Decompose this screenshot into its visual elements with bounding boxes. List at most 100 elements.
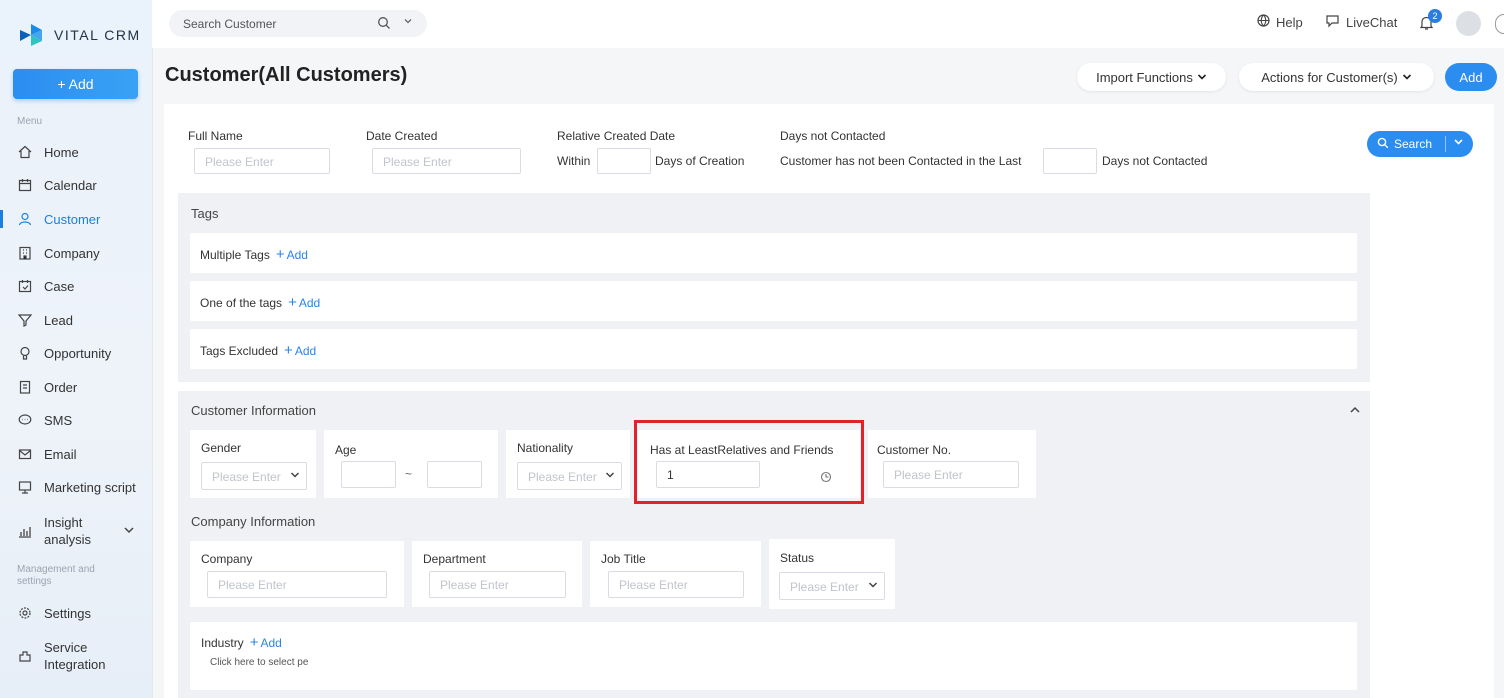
- industry-row: [190, 622, 1357, 690]
- within-label: Within: [557, 154, 591, 168]
- globe-icon: [1257, 14, 1270, 30]
- nationality-select[interactable]: Please Enter: [517, 462, 622, 490]
- sms-icon: [17, 413, 32, 428]
- one-of-tags-label: One of the tags: [200, 295, 283, 310]
- plus-icon: +: [275, 246, 285, 263]
- chevron-up-icon[interactable]: [1349, 404, 1361, 419]
- sidebar-item-label: Case: [44, 278, 75, 294]
- sidebar-item-sms[interactable]: SMS: [17, 410, 72, 430]
- company-label: Company: [201, 552, 253, 566]
- sidebar-item-order[interactable]: Order: [17, 377, 77, 397]
- active-indicator: [0, 210, 3, 228]
- sidebar-item-label: Calendar: [44, 177, 97, 193]
- management-header: Management and settings: [17, 564, 95, 587]
- sidebar-item-settings[interactable]: Settings: [17, 603, 91, 623]
- import-functions-button[interactable]: Import Functions: [1077, 63, 1226, 91]
- job-title-input[interactable]: Please Enter: [608, 571, 744, 598]
- status-label: Status: [780, 551, 815, 565]
- sidebar-item-label: Home: [44, 144, 79, 160]
- sidebar-item-marketing-script[interactable]: Marketing script: [17, 477, 136, 497]
- industry-label: Industry: [201, 635, 244, 650]
- sidebar-item-label: Order: [44, 379, 78, 395]
- chevron-down-icon[interactable]: [403, 16, 413, 29]
- plus-icon: +: [284, 342, 293, 359]
- search-icon[interactable]: [377, 16, 391, 33]
- sidebar-item-case[interactable]: Case: [17, 276, 74, 296]
- tags-excluded-label: Tags Excluded: [200, 343, 279, 358]
- not-contacted-suffix: Days not Contacted: [1102, 154, 1208, 168]
- livechat-link[interactable]: LiveChat: [1325, 14, 1397, 31]
- sidebar-item-opportunity[interactable]: Opportunity: [17, 343, 111, 363]
- age-separator: ~: [405, 467, 413, 481]
- customer-no-input[interactable]: Please Enter: [883, 461, 1019, 488]
- help-link[interactable]: Help: [1257, 14, 1303, 30]
- full-name-input[interactable]: Please Enter: [194, 148, 330, 174]
- add-customer-button[interactable]: Add: [1445, 63, 1497, 91]
- integration-icon: [17, 649, 32, 664]
- chevron-down-icon: [1402, 70, 1412, 85]
- home-icon: [17, 145, 32, 160]
- full-name-label: Full Name: [188, 129, 243, 143]
- menu-header: Menu: [17, 116, 43, 127]
- not-contacted-prefix: Customer has not been Contacted in the L…: [780, 154, 1022, 168]
- date-created-input[interactable]: Please Enter: [372, 148, 521, 174]
- add-multiple-tags-button[interactable]: + Add: [276, 246, 308, 263]
- department-input[interactable]: Please Enter: [429, 571, 566, 598]
- search-placeholder: Search Customer: [183, 16, 277, 31]
- chevron-down-icon[interactable]: [1453, 136, 1464, 150]
- sidebar-item-home[interactable]: Home: [17, 142, 79, 162]
- user-icon: [17, 212, 32, 227]
- search-button[interactable]: Search: [1367, 131, 1473, 157]
- sidebar-item-label: Customer: [44, 211, 101, 227]
- sidebar-add-button[interactable]: + Add: [13, 69, 138, 99]
- sidebar-item-lead[interactable]: Lead: [17, 310, 73, 330]
- age-min-input[interactable]: [341, 461, 396, 488]
- status-select[interactable]: Please Enter: [779, 572, 885, 600]
- livechat-label: LiveChat: [1346, 15, 1398, 30]
- logo-icon: [18, 22, 44, 48]
- company-information-title: Company Information: [191, 514, 316, 529]
- sidebar-item-service-integration[interactable]: Service Integration: [17, 639, 105, 673]
- customer-information-title: Customer Information: [191, 403, 316, 418]
- opportunity-icon: [17, 346, 32, 361]
- department-label: Department: [423, 552, 486, 566]
- sidebar-item-customer[interactable]: Customer: [17, 209, 100, 229]
- relative-created-date-label: Relative Created Date: [557, 129, 676, 143]
- gender-select[interactable]: Please Enter: [201, 462, 307, 490]
- sidebar-item-label: Company: [44, 245, 100, 261]
- tags-excluded-row: Tags Excluded + Add: [190, 329, 1357, 369]
- chevron-down-icon: [290, 470, 300, 483]
- one-of-tags-row: One of the tags + Add: [190, 281, 1357, 321]
- sidebar-item-calendar[interactable]: Calendar: [17, 175, 97, 195]
- add-one-of-tags-button[interactable]: + Add: [288, 294, 320, 311]
- within-days-input[interactable]: [597, 148, 651, 174]
- chevron-down-icon: [1197, 70, 1207, 85]
- add-industry-button[interactable]: + Add: [250, 634, 282, 651]
- age-max-input[interactable]: [427, 461, 482, 488]
- sidebar-item-label: Insight analysis: [44, 515, 91, 547]
- actions-for-customers-button[interactable]: Actions for Customer(s): [1239, 63, 1434, 91]
- notification-badge: 2: [1428, 9, 1442, 23]
- script-icon: [17, 480, 32, 495]
- add-tags-excluded-button[interactable]: + Add: [284, 342, 316, 359]
- avatar[interactable]: [1456, 11, 1481, 36]
- highlight-box: [634, 420, 864, 504]
- user-menu-toggle[interactable]: [1495, 14, 1504, 34]
- search-icon: [1377, 137, 1389, 152]
- multiple-tags-label: Multiple Tags: [200, 247, 270, 262]
- sidebar-item-email[interactable]: Email: [17, 444, 77, 464]
- sidebar-item-company[interactable]: Company: [17, 243, 100, 263]
- chart-icon: [17, 524, 32, 539]
- customer-no-label: Customer No.: [877, 443, 952, 457]
- search-button-label: Search: [1394, 137, 1433, 151]
- company-input[interactable]: Please Enter: [207, 571, 387, 598]
- sidebar-item-insight-analysis[interactable]: Insight analysis: [17, 514, 135, 548]
- not-contacted-days-input[interactable]: [1043, 148, 1097, 174]
- multiple-tags-row: Multiple Tags + Add: [190, 233, 1357, 273]
- logo[interactable]: VITAL CRM: [18, 22, 141, 48]
- date-created-label: Date Created: [366, 129, 438, 143]
- chevron-down-icon[interactable]: [123, 524, 135, 539]
- industry-hint[interactable]: Click here to select pe: [210, 657, 308, 668]
- logo-text: VITAL CRM: [54, 27, 141, 43]
- customer-search-input[interactable]: Search Customer: [169, 10, 427, 37]
